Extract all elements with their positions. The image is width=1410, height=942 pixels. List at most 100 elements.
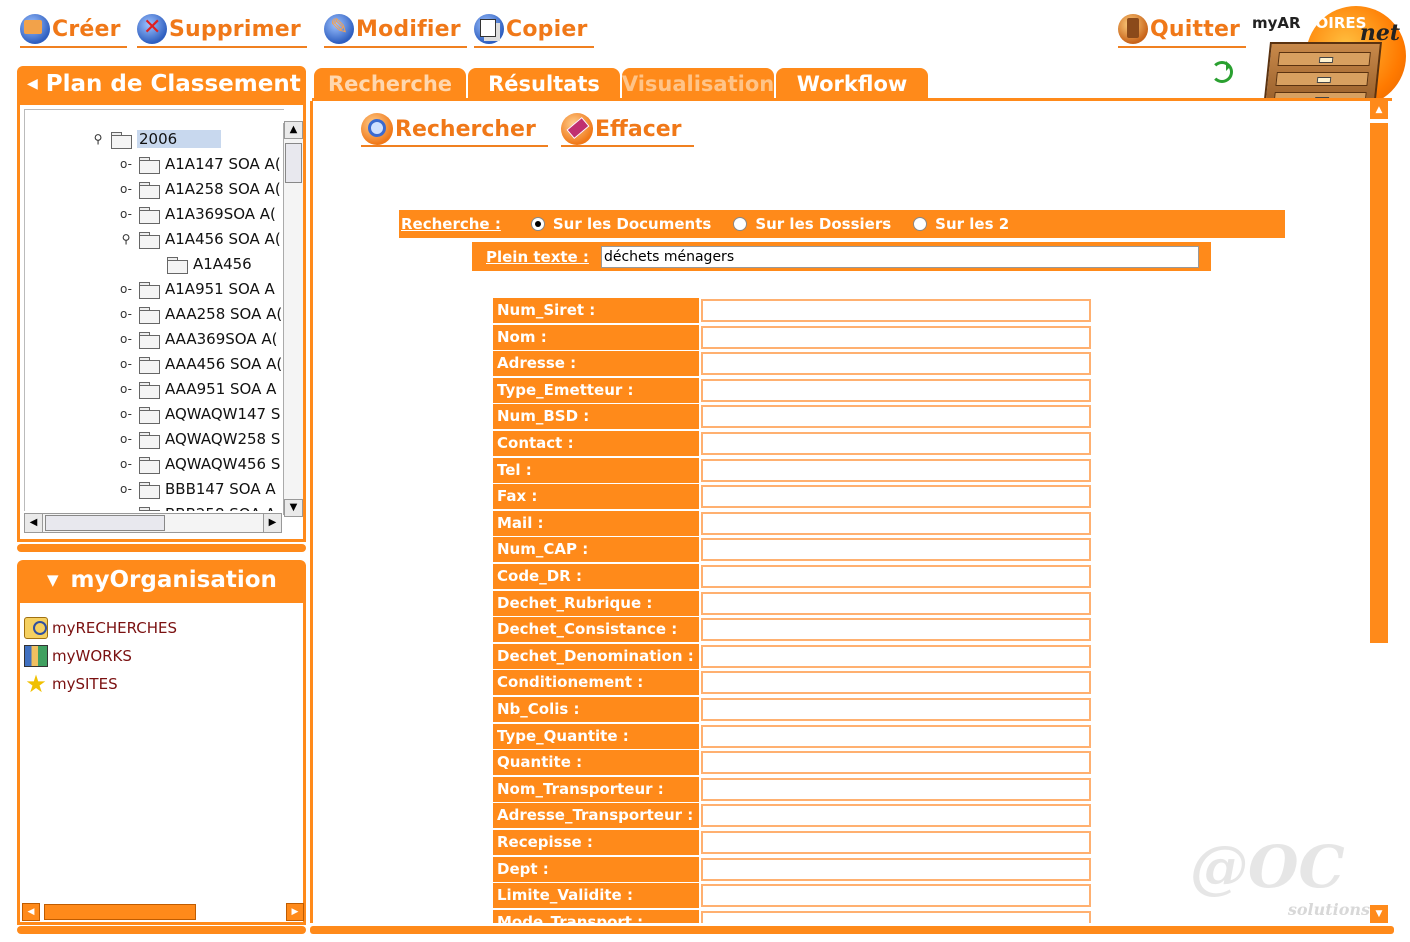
radio-dossiers[interactable]: Sur les Dossiers — [733, 215, 891, 233]
fulltext-input[interactable] — [600, 245, 1199, 268]
field-input[interactable] — [701, 671, 1091, 695]
tree-node[interactable]: o- A1A258 SOA A( — [119, 176, 281, 201]
expand-toggle-icon[interactable]: ⚲ — [91, 132, 105, 146]
clear-button[interactable]: Effacer — [561, 113, 694, 147]
field-input[interactable] — [701, 884, 1091, 908]
tree-node[interactable]: o- A1A369SOA A( — [119, 201, 276, 226]
radio-documents[interactable]: Sur les Documents — [530, 215, 711, 233]
tree-node[interactable]: ⚲ A1A456 SOA A( — [119, 226, 281, 251]
org-item-recherches[interactable]: myRECHERCHES — [24, 615, 177, 641]
field-input[interactable] — [701, 698, 1091, 721]
expand-toggle-icon[interactable]: o- — [119, 482, 133, 496]
expand-toggle-icon[interactable]: o- — [119, 157, 133, 171]
refresh-icon[interactable] — [1211, 61, 1233, 83]
scroll-thumb[interactable] — [45, 515, 165, 531]
field-input[interactable] — [701, 325, 1091, 349]
org-item-works[interactable]: myWORKS — [24, 643, 132, 669]
tree-node[interactable]: o- A1A147 SOA A( — [119, 151, 281, 176]
field-input[interactable] — [701, 432, 1091, 455]
scroll-right-icon[interactable]: ▶ — [263, 514, 281, 532]
field-input[interactable] — [701, 378, 1091, 402]
expand-toggle-icon[interactable]: o- — [119, 357, 133, 371]
field-label: Type_Quantite : — [493, 723, 701, 749]
scroll-up-icon[interactable]: ▲ — [1370, 101, 1388, 119]
radio-dot[interactable] — [913, 217, 928, 231]
modify-button[interactable]: Modifier — [324, 12, 467, 48]
expand-toggle-icon[interactable]: o- — [119, 382, 133, 396]
field-input[interactable] — [701, 751, 1091, 775]
tab-recherche[interactable]: Recherche — [314, 68, 466, 100]
field-input[interactable] — [701, 511, 1091, 535]
expand-toggle-icon[interactable]: o- — [119, 182, 133, 196]
field-input[interactable] — [701, 591, 1091, 615]
tree-node[interactable]: o- BBB147 SOA A — [119, 476, 276, 501]
expand-toggle-icon[interactable]: o- — [119, 307, 133, 321]
expand-toggle-icon[interactable]: ⚲ — [119, 232, 133, 246]
radio-both[interactable]: Sur les 2 — [913, 215, 1009, 233]
expand-toggle-icon[interactable]: o- — [119, 207, 133, 221]
scroll-thumb[interactable] — [1370, 123, 1388, 643]
tree-node[interactable]: o- AAA369SOA A( — [119, 326, 277, 351]
tree-node[interactable]: o- A1A951 SOA A — [119, 276, 275, 301]
field-input[interactable] — [701, 910, 1091, 923]
scroll-right-icon[interactable]: ▶ — [286, 903, 304, 921]
tab-workflow[interactable]: Workflow — [776, 68, 928, 100]
scroll-thumb[interactable] — [44, 904, 196, 920]
expand-toggle-icon[interactable]: o- — [119, 282, 133, 296]
org-panel-header[interactable]: ▼ myOrganisation — [17, 560, 306, 600]
panel-divider[interactable] — [17, 544, 306, 552]
scroll-up-icon[interactable]: ▲ — [284, 121, 303, 139]
field-input[interactable] — [701, 538, 1091, 562]
field-input[interactable] — [701, 618, 1091, 642]
field-input[interactable] — [701, 352, 1091, 376]
delete-button[interactable]: Supprimer — [137, 12, 307, 48]
field-input[interactable] — [701, 299, 1091, 322]
org-item-sites[interactable]: ★ mySITES — [24, 671, 117, 697]
quit-button[interactable]: Quitter — [1118, 12, 1247, 48]
tree-node[interactable]: o- AQWAQW258 S — [119, 426, 280, 451]
expand-toggle-icon[interactable]: o- — [119, 407, 133, 421]
field-input[interactable] — [701, 804, 1091, 828]
tab-visualisation[interactable]: Visualisation — [622, 68, 774, 100]
field-input[interactable] — [701, 405, 1091, 429]
field-input[interactable] — [701, 857, 1091, 881]
field-input[interactable] — [701, 458, 1091, 482]
scroll-down-icon[interactable]: ▼ — [1370, 905, 1388, 923]
expand-toggle-icon[interactable]: o- — [119, 332, 133, 346]
plan-panel-header[interactable]: ◀ Plan de Classement — [17, 66, 306, 102]
tree-node[interactable]: ⚲ 2006 — [91, 126, 222, 151]
field-input[interactable] — [701, 485, 1091, 509]
tree-node-label: AQWAQW456 S — [165, 454, 281, 473]
tree-node[interactable]: o- AAA951 SOA A — [119, 376, 276, 401]
field-input[interactable] — [701, 777, 1091, 801]
field-input[interactable] — [701, 565, 1091, 588]
radio-dot[interactable] — [733, 217, 748, 231]
search-button[interactable]: Rechercher — [361, 113, 548, 147]
scroll-thumb[interactable] — [285, 143, 302, 183]
field-input[interactable] — [701, 644, 1091, 668]
tree-horizontal-scrollbar[interactable]: ◀ ▶ — [24, 513, 282, 533]
org-horizontal-scrollbar[interactable]: ◀ ▶ — [22, 903, 304, 921]
expand-toggle-icon[interactable]: o- — [119, 432, 133, 446]
tree-node[interactable]: o- AAA258 SOA A( — [119, 301, 282, 326]
expand-toggle-icon[interactable]: o- — [119, 457, 133, 471]
expand-toggle-icon[interactable]: o- — [119, 507, 133, 512]
radio-dot[interactable] — [530, 217, 545, 231]
tree-node[interactable]: o- AQWAQW456 S — [119, 451, 280, 476]
create-button[interactable]: Créer — [20, 12, 127, 48]
tree-node[interactable]: A1A456 — [147, 251, 252, 276]
search-scope-label[interactable]: Recherche : — [401, 215, 501, 233]
copy-button[interactable]: Copier — [474, 12, 594, 48]
field-input[interactable] — [701, 831, 1091, 854]
scroll-left-icon[interactable]: ◀ — [22, 903, 40, 921]
tree-node[interactable]: o- AQWAQW147 S — [119, 401, 280, 426]
scroll-down-icon[interactable]: ▼ — [284, 499, 303, 517]
tree-node[interactable]: o- BBB258 SOA A — [119, 501, 276, 511]
tree-node[interactable]: o- AAA456 SOA A( — [119, 351, 282, 376]
main-vertical-scrollbar[interactable]: ▲ ▼ — [1370, 101, 1388, 923]
fulltext-label[interactable]: Plein texte : — [486, 248, 589, 266]
scroll-left-icon[interactable]: ◀ — [25, 514, 43, 532]
tree-vertical-scrollbar[interactable]: ▲ ▼ — [283, 121, 303, 517]
tab-resultats[interactable]: Résultats — [468, 68, 620, 100]
field-input[interactable] — [701, 724, 1091, 748]
